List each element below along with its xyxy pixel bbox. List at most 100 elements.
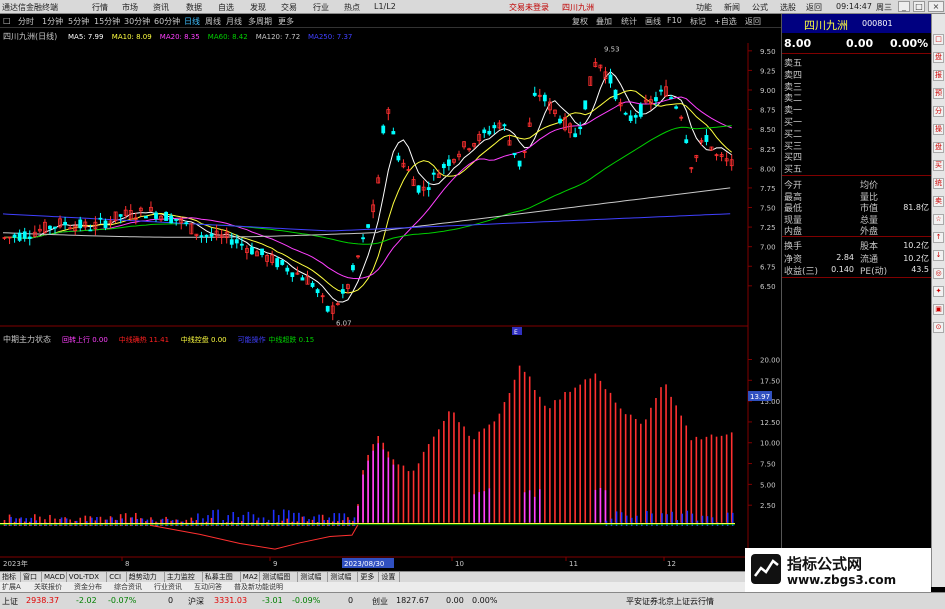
side-tool-icon[interactable]: □ [933,34,944,45]
date-cursor-label: 2023/08/30 [344,560,384,568]
side-tool-icon[interactable]: 分 [933,106,944,117]
status-cy-label[interactable]: 创业 [372,596,388,607]
status-sh-pct: -0.07% [108,596,137,605]
status-cy-value: 1827.67 [396,596,430,605]
status-sz-label[interactable]: 沪深 [188,596,204,607]
date-tick-label: 11 [569,560,578,568]
candle-body [239,243,244,246]
candle-body [209,233,214,237]
f10-button[interactable]: F10 [667,16,682,25]
indicator-axis: 20.0017.5015.0012.5010.007.505.002.50 [748,356,780,510]
candle-body [446,159,451,166]
menu-item-hotspot[interactable]: 热点 [344,2,360,13]
close-icon[interactable]: × [928,1,944,12]
side-tool-icon[interactable]: 买 [933,160,944,171]
info-tab[interactable]: 普及新功能说明 [234,582,283,592]
info-tab[interactable]: 互动问答 [194,582,222,592]
fundamental-value: 10.2亿 [903,241,929,250]
menu-item-market-quotes[interactable]: 行情 [92,2,108,13]
menu-item-formula[interactable]: 公式 [752,2,768,13]
status-sz-change: -3.01 [262,596,283,605]
info-tab[interactable]: 综合资讯 [114,582,142,592]
date-tick-label: 12 [667,560,676,568]
fundamental-value: 43.5 [911,265,929,274]
side-tool-icon[interactable]: 统 [933,178,944,189]
candle-body [290,272,295,277]
period-15min[interactable]: 15分钟 [94,16,120,27]
period-60min[interactable]: 60分钟 [154,16,180,27]
side-tool-icon[interactable]: ◎ [933,268,944,279]
menu-item-function[interactable]: 功能 [696,2,712,13]
chart-area[interactable]: 四川九洲(日线) MA5: 7.99 MA10: 8.09 MA20: 8.35 MA… [0,29,781,570]
menu-item-data[interactable]: 数据 [186,2,202,13]
menu-item-level2[interactable]: L1/L2 [374,2,396,11]
side-tool-icon[interactable]: 盘 [933,52,944,63]
status-sh-label[interactable]: 上证 [2,596,18,607]
menu-item-discover[interactable]: 发现 [250,2,266,13]
info-tab[interactable]: 关联报价 [34,582,62,592]
indicator-legend-item: 中线控盘 0.00 [181,335,227,344]
status-cy-pct: 0.00% [472,596,498,605]
candle-body [280,259,285,265]
candle-body [184,222,189,225]
overlay-button[interactable]: 叠加 [596,16,612,27]
info-tab[interactable]: 行业资讯 [154,582,182,592]
indicator-tick-label: 17.50 [760,377,780,385]
side-tool-icon[interactable]: ☆ [933,214,944,225]
menu-item-news[interactable]: 资讯 [153,2,169,13]
side-tool-icon[interactable]: ↓ [933,250,944,261]
draw-button[interactable]: 画线 [645,16,661,27]
period-more[interactable]: 更多 [278,16,294,27]
side-tool-icon[interactable]: ↑ [933,232,944,243]
side-tool-icon[interactable]: ✦ [933,286,944,297]
maximize-icon[interactable]: □ [913,1,925,12]
indicator-tick-label: 10.00 [760,440,780,448]
mark-button[interactable]: 标记 [690,16,706,27]
indicator-red-dip-line [149,524,359,550]
high-price-label: 9.53 [604,45,620,53]
minimize-icon[interactable]: _ [898,1,910,12]
stats-button[interactable]: 统计 [621,16,637,27]
current-value-label: 13.97 [750,393,770,401]
menu-item-trade[interactable]: 交易 [281,2,297,13]
period-intraday[interactable]: 分时 [18,16,34,27]
candle-body [633,115,638,118]
side-tool-icon[interactable]: ▣ [933,304,944,315]
panel-toggle-icon[interactable]: □ [3,16,11,25]
period-30min[interactable]: 30分钟 [124,16,150,27]
price-tick-label: 8.50 [760,126,776,134]
period-1min[interactable]: 1分钟 [42,16,63,27]
side-tool-icon[interactable]: ⊙ [933,322,944,333]
period-multi[interactable]: 多周期 [248,16,272,27]
clock-time: 09:14:47 [836,2,872,11]
current-stock-name: 四川九洲 [562,3,594,12]
side-tool-icon[interactable]: 操 [933,124,944,135]
menu-item-industry[interactable]: 行业 [313,2,329,13]
menu-item-stock-picker[interactable]: 选股 [780,2,796,13]
ma-line-5 [4,71,732,303]
menu-item-back[interactable]: 返回 [806,2,822,13]
back-button[interactable]: 返回 [745,16,761,27]
login-status[interactable]: 交易未登录 [509,2,549,13]
info-tab[interactable]: 扩展A [2,582,21,592]
menu-item-market[interactable]: 市场 [122,2,138,13]
indicator-legend-item: 可能操作 [238,335,266,344]
watermark-url: www.zbgs3.com [787,573,897,587]
period-weekly[interactable]: 周线 [205,16,221,27]
indicator-legend-item: 回转上行 0.00 [62,335,108,344]
menu-item-watchlist[interactable]: 自选 [218,2,234,13]
side-tool-icon[interactable]: 卖 [933,196,944,207]
add-watchlist-button[interactable]: +自选 [714,16,737,27]
side-tool-icon[interactable]: 报 [933,70,944,81]
adjust-button[interactable]: 复权 [572,16,588,27]
side-tool-icon[interactable]: 预 [933,88,944,99]
info-tab[interactable]: 资金分布 [74,582,102,592]
candle-body [204,234,209,237]
menu-item-news-right[interactable]: 新闻 [724,2,740,13]
period-monthly[interactable]: 月线 [226,16,242,27]
candle-body [164,211,169,221]
status-sh-change: -2.02 [76,596,97,605]
side-tool-icon[interactable]: 盘 [933,142,944,153]
period-daily[interactable]: 日线 [184,16,200,27]
period-5min[interactable]: 5分钟 [68,16,89,27]
